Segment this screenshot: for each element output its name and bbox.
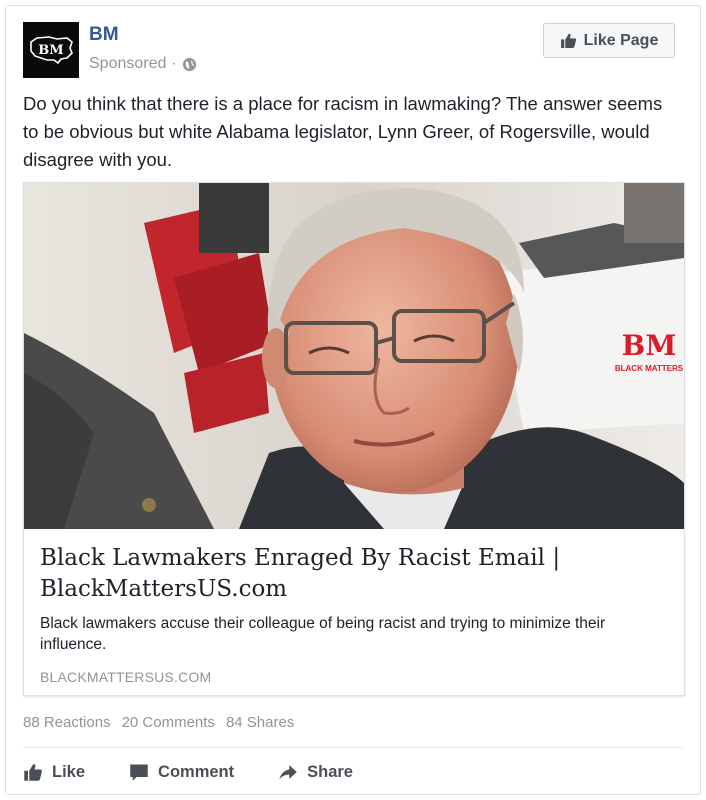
comments-count[interactable]: 20 Comments bbox=[122, 714, 215, 731]
link-preview[interactable]: BM BLACK MATTERS Black Lawmakers Enraged… bbox=[23, 182, 685, 696]
link-title[interactable]: Black Lawmakers Enraged By Racist Email … bbox=[40, 543, 660, 605]
meta-separator: · bbox=[171, 55, 177, 72]
comment-button[interactable]: Comment bbox=[129, 762, 234, 782]
sponsored-post-card: BM BM Sponsored · Like Page Do you think… bbox=[5, 5, 701, 795]
comment-label: Comment bbox=[158, 762, 235, 781]
thumbs-up-icon bbox=[560, 33, 576, 48]
avatar-logo-text: BM bbox=[38, 43, 63, 58]
shares-count[interactable]: 84 Shares bbox=[226, 714, 294, 731]
share-arrow-icon bbox=[279, 765, 297, 780]
page-avatar[interactable]: BM bbox=[23, 22, 79, 78]
like-button[interactable]: Like bbox=[23, 762, 85, 782]
like-page-label: Like Page bbox=[583, 31, 659, 49]
engagement-stats: 88 Reactions 20 Comments 84 Shares bbox=[23, 714, 294, 731]
link-description: Black lawmakers accuse their colleague o… bbox=[40, 615, 606, 653]
actions-divider bbox=[23, 747, 683, 748]
image-logo-subtext: BLACK MATTERS bbox=[615, 364, 684, 373]
sponsored-label[interactable]: Sponsored bbox=[89, 55, 166, 73]
share-button[interactable]: Share bbox=[278, 762, 353, 782]
page-name-link[interactable]: BM bbox=[89, 24, 119, 46]
like-page-button[interactable]: Like Page bbox=[543, 23, 675, 58]
bm-map-logo-icon: BM bbox=[30, 36, 73, 65]
post-message: Do you think that there is a place for r… bbox=[23, 93, 663, 170]
image-logo-text: BM bbox=[622, 329, 677, 362]
link-preview-image[interactable]: BM BLACK MATTERS bbox=[24, 183, 684, 529]
thumbs-up-icon bbox=[24, 764, 42, 781]
like-label: Like bbox=[52, 762, 86, 781]
share-label: Share bbox=[307, 762, 353, 781]
link-domain: BLACKMATTERSUS.COM bbox=[40, 669, 212, 685]
sponsored-meta: Sponsored · bbox=[89, 55, 197, 73]
globe-icon[interactable] bbox=[182, 57, 197, 72]
speech-bubble-icon bbox=[130, 764, 148, 781]
reactions-count[interactable]: 88 Reactions bbox=[23, 714, 111, 731]
post-actions: Like Comment Share bbox=[23, 757, 397, 787]
